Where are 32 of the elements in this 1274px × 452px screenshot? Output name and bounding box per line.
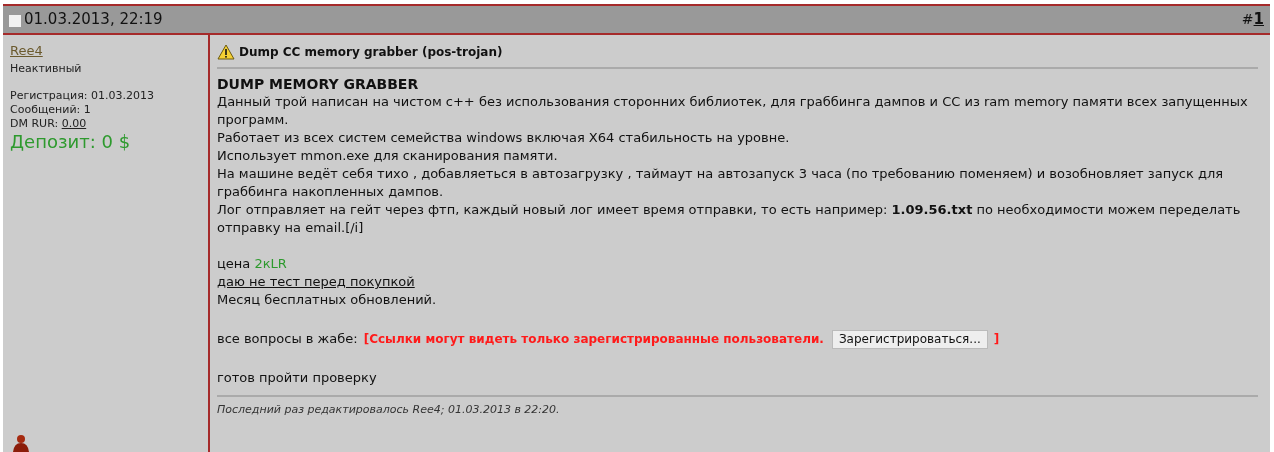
stat-value: 1 [83,103,91,116]
closing-bracket: ] [993,331,1000,348]
register-button[interactable]: Зарегистрироваться... [831,329,988,349]
post-paragraph: Работает из всех систем семейства windows включая X64 стабильность на уровне. [217,129,791,147]
post-paragraph: Лог отправляет на гейт через фтп, каждый новый лог имеет время отправки, то есть например: 1.09.56.txt по необходимости можем переделать отправку на email.[/i] [217,201,1242,237]
stat-label: Регистрация: [10,89,89,102]
updates-note: Месяц бесплатных обновлений. [217,291,438,309]
user-status: Неактивный [10,60,83,77]
post-number-prefix: # [1241,10,1254,29]
post-heading: DUMP MEMORY GRABBER [217,75,420,93]
stat-value: 01.03.2013 [90,89,154,102]
price-value: 2кLR [254,256,287,271]
deposit-amount: Депозит: 0 $ [10,131,132,153]
post-date: 01.03.2013, 22:19 [24,9,163,31]
registration-notice: [Ссылки могут видеть только зарегистрированные пользователи. [363,331,824,348]
post-paragraph: Данный трой написан на чистом c++ без использования сторонних библиотек, для граббинга дампов и CC из ram memory памяти всех запущенных программ. [217,93,1249,129]
price-label: цена [217,256,251,271]
stat-label: Сообщений: [10,103,82,116]
post-checkbox-icon [9,15,21,27]
username-link[interactable]: Ree4 [10,41,43,61]
post-paragraph: На машине ведёт себя тихо , добавляеться в автозагрузку , таймаут на автозапуск 3 часа (по требованию поменяем) и возобновляет запуск для граббинга накопленных дампов. [217,165,1225,201]
test-note: даю не тест перед покупкой [217,274,415,289]
verification-note: готов пройти проверку [217,369,378,387]
stat-link[interactable]: 0.00 [61,117,87,130]
contact-label: все вопросы в жабе: [217,330,358,348]
post-title: Dump CC memory grabber (pos-trojan) [239,44,503,61]
post-number-link[interactable]: 1 [1253,8,1264,31]
stat-label: DM RUR: [10,117,60,130]
post-paragraph: Использует mmon.exe для сканирования памяти. [217,147,559,165]
edit-note: Последний раз редактировалось Ree4; 01.03.2013 в 22:20. [217,402,561,418]
warning-icon [217,44,235,60]
user-figure-icon [11,434,31,452]
